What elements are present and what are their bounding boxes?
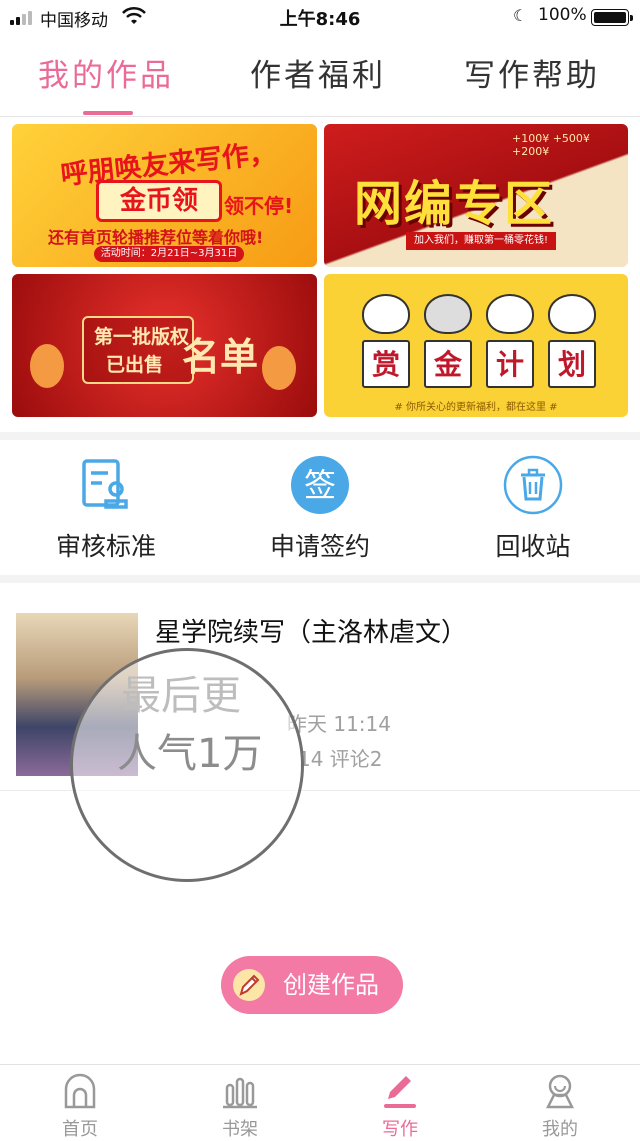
pencil-icon [233,969,265,1001]
magnified-popularity: 人气1万 [117,731,263,777]
moon-icon: ☾ [513,6,528,25]
bounty-char: 金 [424,340,472,388]
sign-icon: 签 [291,456,349,514]
bounty-char: 划 [548,340,596,388]
review-standard-label: 审核标准 [55,532,156,561]
tab-my-works[interactable]: 我的作品 [38,50,174,95]
bounty-footer: # 你所关心的更新福利，都在这里 # [394,402,558,413]
magnified-update-label: 最后更 [121,673,241,719]
magnifier-overlay: 最后更 人气1万 [70,648,304,882]
nav-profile-label: 我的 [542,1119,578,1140]
battery-icon [591,9,633,26]
recycle-bin-button[interactable]: 回收站 [453,455,613,563]
battery-percent: 100% [538,5,587,25]
status-bar: 中国移动 上午8:46 ☾ 100% [0,0,640,34]
nav-home[interactable]: 首页 [0,1065,160,1141]
section-separator [0,575,640,583]
bounty-char: 赏 [362,340,410,388]
review-standard-icon [82,459,128,509]
invite-banner-line3: 还有首页轮播推荐位等着你哦! [48,228,264,247]
invite-banner-line2b: 领不停! [224,194,294,218]
invite-friends-banner[interactable]: 呼朋唤友来写作， 金币领 领不停! 还有首页轮播推荐位等着你哦! 活动时间：2月… [12,124,317,267]
pen-icon [384,1076,416,1108]
lantern-icon [262,346,296,390]
copyright-sold-banner[interactable]: 第一批版权 已出售 名单 [12,274,317,417]
home-icon [64,1073,96,1109]
web-editor-prices: +100¥ +500¥ +200¥ [512,132,590,158]
cat-icon [362,294,410,334]
section-separator [0,432,640,440]
copyright-line3: 名单 [182,334,259,379]
web-editor-title: 网编专区 [354,176,555,232]
cat-icon [424,294,472,334]
top-tabs: 我的作品 作者福利 写作帮助 [0,36,640,117]
invite-banner-line2: 金币领 [96,180,222,222]
work-update-time: 昨天 11:14 [287,712,391,736]
trash-icon [503,455,563,515]
svg-text:签: 签 [304,466,336,504]
bounty-plan-banner[interactable]: 赏 金 计 划 # 你所关心的更新福利，都在这里 # [324,274,628,417]
nav-profile[interactable]: 我的 [480,1065,640,1141]
apply-sign-button[interactable]: 签 申请签约 [240,455,400,563]
recycle-bin-label: 回收站 [495,532,571,561]
review-standard-button[interactable]: 审核标准 [26,455,186,563]
copyright-line2: 已出售 [106,354,164,376]
lantern-icon [30,344,64,388]
cat-icon [548,294,596,334]
nav-bookshelf-label: 书架 [222,1119,258,1140]
bookshelf-icon [223,1077,257,1109]
tab-writing-help[interactable]: 写作帮助 [464,50,600,95]
web-editor-banner[interactable]: +100¥ +500¥ +200¥ 网编专区 加入我们，赚取第一桶零花钱! [324,124,628,267]
active-tab-indicator [83,111,133,115]
tab-author-benefits[interactable]: 作者福利 [250,50,386,95]
apply-sign-label: 申请签约 [269,532,370,561]
profile-icon [545,1074,575,1109]
nav-write-label: 写作 [382,1119,418,1140]
bottom-nav: 首页 书架 写作 我的 [0,1064,640,1141]
create-work-label: 创建作品 [283,971,379,999]
copyright-line1: 第一批版权 [94,326,190,348]
web-editor-ribbon: 加入我们，赚取第一桶零花钱! [406,232,556,250]
nav-bookshelf[interactable]: 书架 [160,1065,320,1141]
nav-write[interactable]: 写作 [320,1065,480,1141]
bounty-char: 计 [486,340,534,388]
cat-icon [486,294,534,334]
work-title: 星学院续写（主洛林虐文） [155,618,468,648]
invite-banner-date: 活动时间：2月21日~3月31日 [94,246,244,262]
work-stats: 14 评论2 [298,747,383,771]
nav-home-label: 首页 [62,1119,98,1140]
